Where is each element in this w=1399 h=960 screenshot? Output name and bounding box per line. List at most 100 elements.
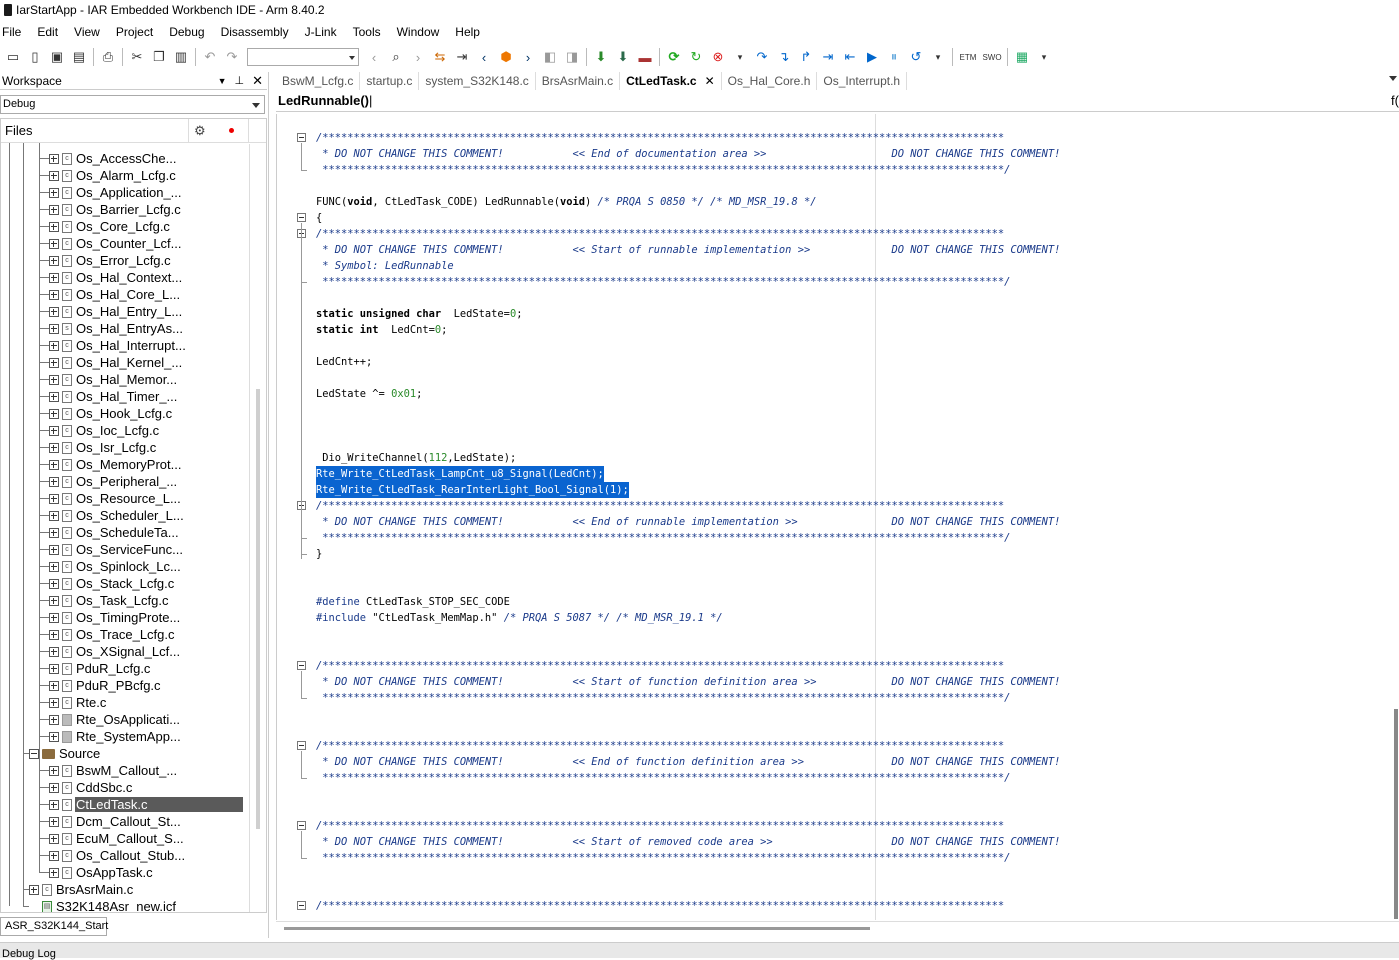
expand-icon[interactable] bbox=[49, 629, 59, 640]
tree-item[interactable]: c OsAppTask.c bbox=[49, 864, 154, 881]
redo-icon[interactable]: ↷ bbox=[221, 46, 243, 68]
swo-button[interactable]: SWO bbox=[980, 46, 1004, 68]
expand-icon[interactable] bbox=[49, 238, 59, 249]
tab-system-s32k148-c[interactable]: system_S32K148.c bbox=[419, 72, 536, 90]
tree-item[interactable]: c Os_Counter_Lcf... bbox=[49, 235, 183, 252]
tree-item[interactable]: Rte_SystemApp... bbox=[49, 728, 182, 745]
close-tab-icon[interactable]: ✕ bbox=[705, 74, 715, 88]
expand-icon[interactable] bbox=[49, 697, 59, 708]
expand-icon[interactable] bbox=[49, 799, 59, 810]
tree-item[interactable]: c Os_TimingProte... bbox=[49, 609, 181, 626]
tree-item[interactable]: c Rte.c bbox=[49, 694, 107, 711]
nav-forward-icon[interactable]: › bbox=[517, 46, 539, 68]
overflow-chevron-icon[interactable]: ▾ bbox=[729, 46, 751, 68]
expand-icon[interactable] bbox=[49, 850, 59, 861]
save-icon[interactable]: ▣ bbox=[46, 46, 68, 68]
expand-icon[interactable] bbox=[49, 663, 59, 674]
tree-item[interactable]: c Os_Callout_Stub... bbox=[49, 847, 186, 864]
paste-icon[interactable]: ▥ bbox=[170, 46, 192, 68]
scroll-thumb[interactable] bbox=[1394, 709, 1398, 919]
code-editor[interactable]: /***************************************… bbox=[276, 114, 1399, 920]
expand-icon[interactable] bbox=[49, 510, 59, 521]
expand-icon[interactable] bbox=[49, 221, 59, 232]
tree-item[interactable]: c Os_Hal_Memor... bbox=[49, 371, 178, 388]
reset-debug-icon[interactable]: ↺ bbox=[905, 46, 927, 68]
expand-icon[interactable] bbox=[49, 493, 59, 504]
expand-icon[interactable] bbox=[49, 595, 59, 606]
tab-bswm-lcfg-c[interactable]: BswM_Lcfg.c bbox=[276, 72, 361, 90]
tree-item[interactable]: c Os_XSignal_Lcf... bbox=[49, 643, 181, 660]
expand-icon[interactable] bbox=[49, 170, 59, 181]
tab-brsasrmain-c[interactable]: BrsAsrMain.c bbox=[536, 72, 621, 90]
go-icon[interactable]: ▶ bbox=[861, 46, 883, 68]
tree-item[interactable]: c Os_ServiceFunc... bbox=[49, 541, 184, 558]
step-into-icon[interactable]: ↴ bbox=[773, 46, 795, 68]
overflow-chevron-icon[interactable]: ▾ bbox=[927, 46, 949, 68]
new-file-icon[interactable]: ▭ bbox=[2, 46, 24, 68]
tree-item[interactable]: c Os_Hal_Timer_... bbox=[49, 388, 178, 405]
fold-toggle-icon[interactable] bbox=[297, 661, 306, 670]
tree-item[interactable]: c Os_MemoryProt... bbox=[49, 456, 182, 473]
fold-toggle-icon[interactable] bbox=[297, 901, 306, 910]
undo-icon[interactable]: ↶ bbox=[199, 46, 221, 68]
expand-icon[interactable] bbox=[49, 306, 59, 317]
tree-item[interactable]: c PduR_PBcfg.c bbox=[49, 677, 162, 694]
tree-item[interactable]: c Os_Task_Lcfg.c bbox=[49, 592, 170, 609]
menu-item-view[interactable]: View bbox=[66, 25, 108, 39]
prev-bookmark-icon[interactable]: ◧ bbox=[539, 46, 561, 68]
make-icon[interactable]: ⟳ bbox=[663, 46, 685, 68]
tree-item[interactable]: c Os_Barrier_Lcfg.c bbox=[49, 201, 182, 218]
gear-icon[interactable]: ⚙ bbox=[194, 123, 206, 139]
expand-icon[interactable] bbox=[49, 442, 59, 453]
step-over-icon[interactable]: ↷ bbox=[751, 46, 773, 68]
expand-icon[interactable] bbox=[49, 561, 59, 572]
tree-item[interactable]: c Dcm_Callout_St... bbox=[49, 813, 182, 830]
bottom-panel-tab[interactable]: Debug Log bbox=[0, 942, 1399, 960]
break-icon[interactable]: ⏸ bbox=[883, 46, 905, 68]
expand-icon[interactable] bbox=[49, 544, 59, 555]
bookmark-icon[interactable]: ⬢ bbox=[495, 46, 517, 68]
close-icon[interactable]: ✕ bbox=[252, 73, 263, 89]
pin-icon[interactable]: ⊥ bbox=[235, 74, 245, 87]
tree-item[interactable]: c Os_Hal_Context... bbox=[49, 269, 183, 286]
tree-item[interactable]: c Os_ScheduleTa... bbox=[49, 524, 180, 541]
expand-icon[interactable] bbox=[49, 527, 59, 538]
expand-icon[interactable] bbox=[49, 340, 59, 351]
next-bookmark-icon[interactable]: ◨ bbox=[561, 46, 583, 68]
editor-horizontal-scrollbar[interactable] bbox=[276, 921, 1399, 938]
replace-icon[interactable]: ⇆ bbox=[429, 46, 451, 68]
tab-ctledtask-c[interactable]: CtLedTask.c ✕ bbox=[620, 72, 722, 90]
tab-os-hal-core-h[interactable]: Os_Hal_Core.h bbox=[722, 72, 818, 90]
expand-icon[interactable] bbox=[49, 408, 59, 419]
workspace-project-tab[interactable]: ASR_S32K144_Start bbox=[0, 917, 108, 936]
goto-icon[interactable]: ⇥ bbox=[451, 46, 473, 68]
expand-icon[interactable] bbox=[49, 714, 59, 725]
expand-icon[interactable] bbox=[49, 782, 59, 793]
menu-item-window[interactable]: Window bbox=[389, 25, 448, 39]
scroll-thumb[interactable] bbox=[284, 927, 870, 930]
tree-item[interactable]: c Os_Ioc_Lcfg.c bbox=[49, 422, 160, 439]
forward-icon[interactable]: › bbox=[407, 46, 429, 68]
expand-icon[interactable] bbox=[49, 680, 59, 691]
fold-toggle-icon[interactable] bbox=[297, 821, 306, 830]
menu-item-file[interactable]: File bbox=[0, 25, 29, 39]
tree-item[interactable]: c CtLedTask.c bbox=[49, 796, 243, 813]
expand-icon[interactable] bbox=[49, 612, 59, 623]
plugin-icon[interactable]: ▦ bbox=[1011, 46, 1033, 68]
expand-icon[interactable] bbox=[49, 391, 59, 402]
pane-splitter[interactable] bbox=[268, 72, 276, 938]
tree-item[interactable]: c BrsAsrMain.c bbox=[29, 881, 134, 898]
menu-item-help[interactable]: Help bbox=[447, 25, 488, 39]
tree-item[interactable]: c BswM_Callout_... bbox=[49, 762, 178, 779]
tree-item[interactable]: c Os_AccessChe... bbox=[49, 150, 177, 167]
expand-icon[interactable] bbox=[49, 731, 59, 742]
tab-overflow-icon[interactable] bbox=[1389, 76, 1397, 81]
editor-vertical-scrollbar[interactable] bbox=[1393, 114, 1399, 920]
menu-item-j-link[interactable]: J-Link bbox=[297, 25, 345, 39]
tree-item[interactable]: c Os_Isr_Lcfg.c bbox=[49, 439, 157, 456]
tree-scrollbar[interactable] bbox=[256, 389, 260, 829]
menu-item-tools[interactable]: Tools bbox=[345, 25, 389, 39]
tree-item[interactable]: c Os_Resource_L... bbox=[49, 490, 182, 507]
step-out-icon[interactable]: ↱ bbox=[795, 46, 817, 68]
expand-icon[interactable] bbox=[49, 357, 59, 368]
